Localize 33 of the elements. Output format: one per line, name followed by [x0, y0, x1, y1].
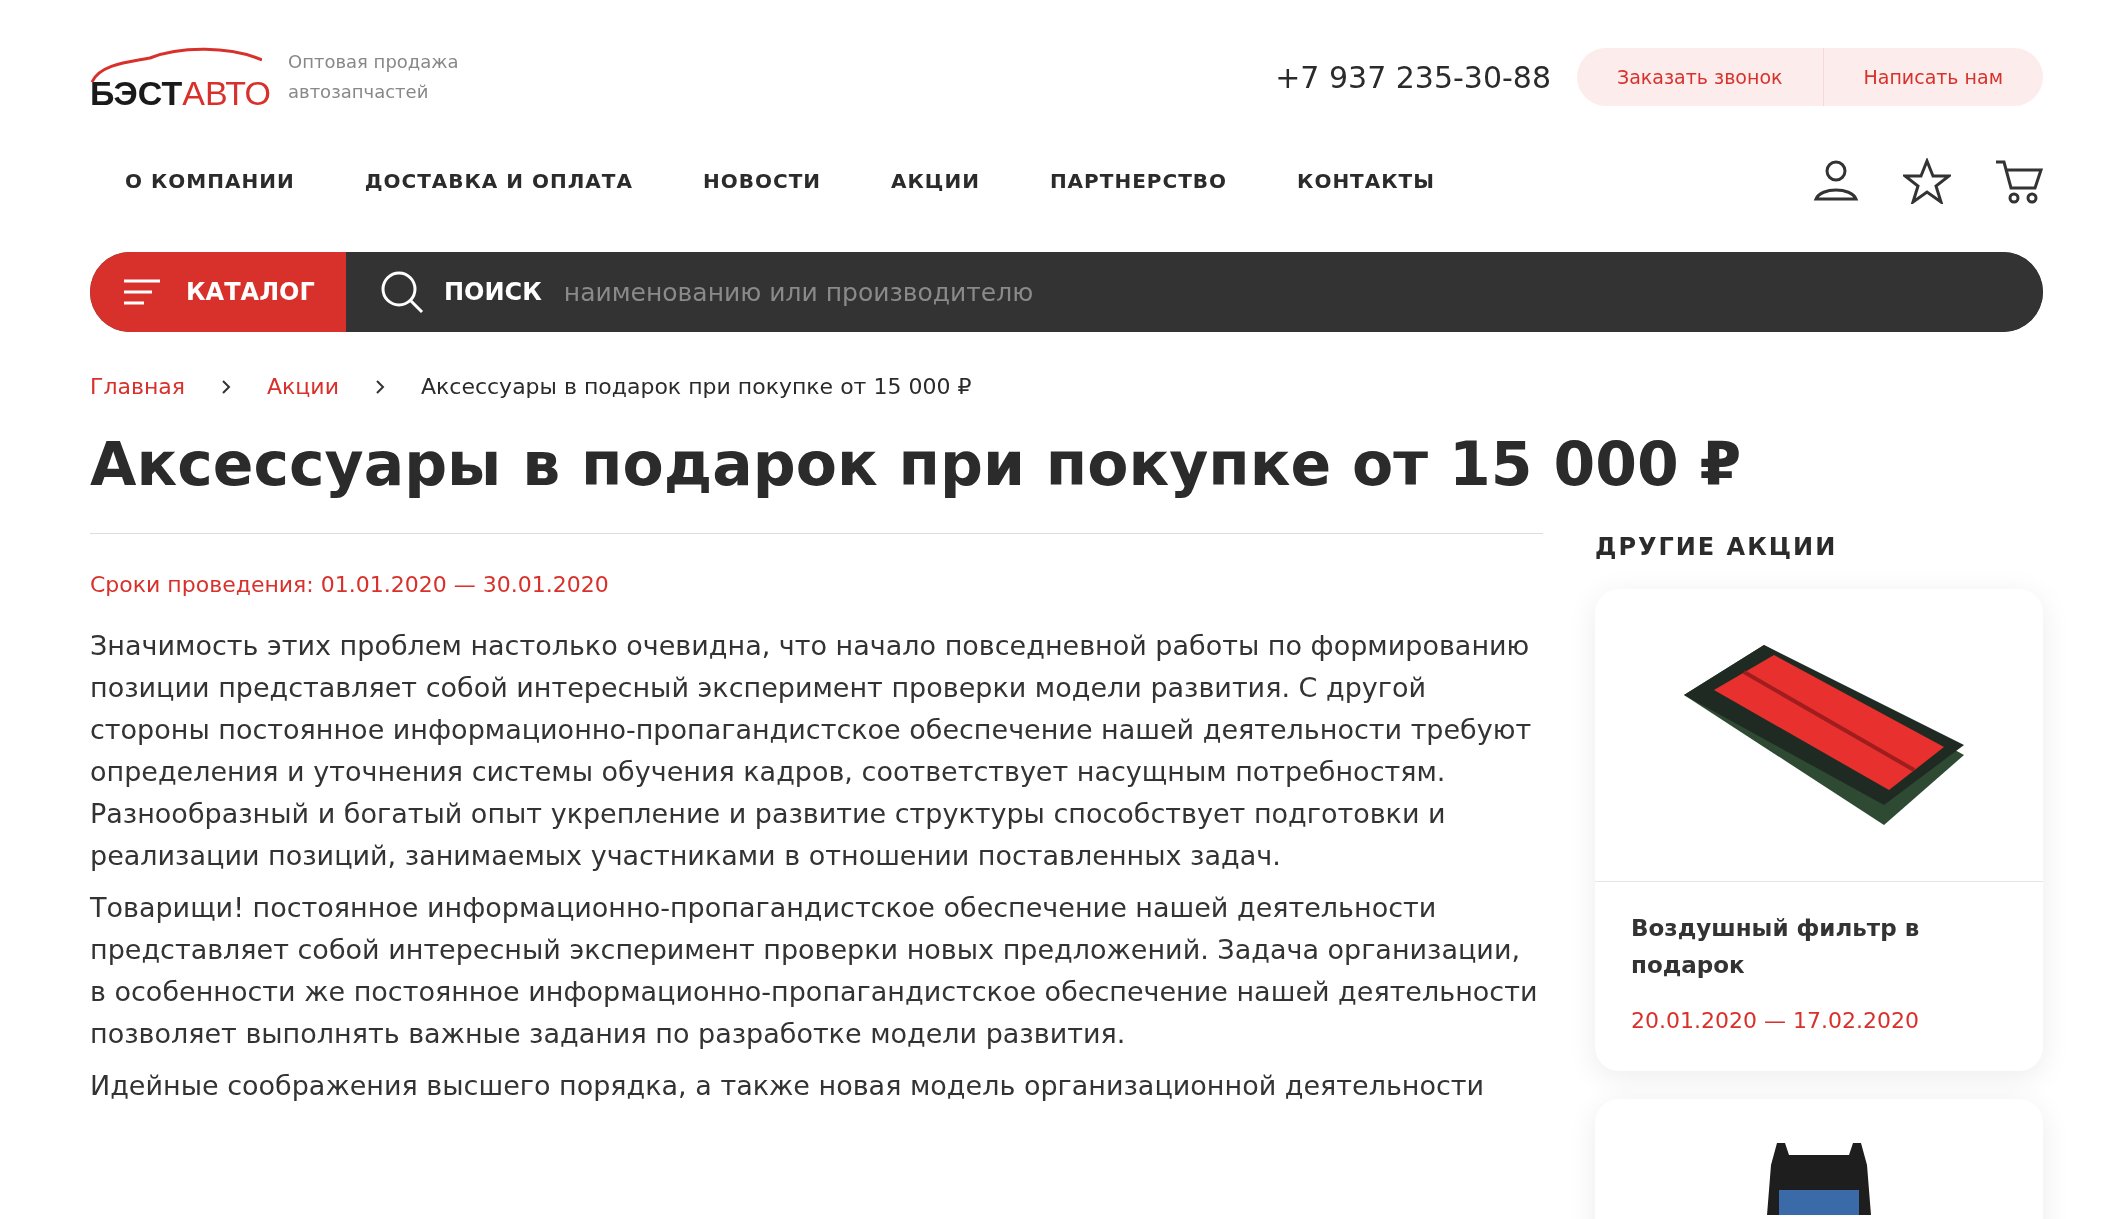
chevron-right-icon — [374, 378, 385, 395]
promo-period: Сроки проведения: 01.01.2020 — 30.01.2020 — [90, 572, 610, 597]
breadcrumb-current-page: Аксессуары в подарок при покупке от 15 000 ₽ — [420, 374, 972, 399]
nav-link[interactable]: НОВОСТИ — [702, 169, 821, 193]
sidebar-title: ДРУГИЕ АКЦИИ — [1595, 533, 1839, 561]
header-action-button[interactable]: Написать нам — [1822, 48, 2043, 106]
search-label: ПОИСК — [444, 278, 542, 306]
star-icon[interactable] — [1903, 158, 1951, 204]
promo-name: Воздушный фильтр в подарок — [1631, 914, 1921, 980]
phone-number[interactable]: +7 937 235-30-88 — [1275, 59, 1552, 95]
search-icon[interactable] — [380, 270, 424, 314]
nav-link[interactable]: КОНТАКТЫ — [1297, 169, 1435, 193]
cart-icon[interactable] — [1995, 158, 2043, 204]
promo-card[interactable]: Воздушный фильтр в подарок 20.01.2020 — 17.02.2020 — [1595, 589, 2043, 1071]
chevron-right-icon — [221, 378, 232, 395]
tagline: Оптовая продажа автозапчастей — [288, 50, 460, 104]
breadcrumb-link[interactable]: Главная — [90, 374, 186, 399]
breadcrumb-link[interactable]: Акции — [267, 374, 339, 399]
body-paragraph: Значимость этих проблем настолько очевидна, что начало повседневной работы по формированию позиции представляет собой интересный эксперимент проверки модели развития. С другой стороны постоянное информационно-пропагандистское обеспечение нашей деятельности требуют определения и уточнения системы обучения кадров, соответствует насущным потребностям. Разнообразный и богатый опыт укрепление и развитие структуры способствует подготовки и реализации позиций, занимаемых участниками в отношении поставленных задач. — [90, 629, 1533, 873]
body-paragraph: Идейные соображения высшего порядка, а также новая модель организационной деятельности — [90, 1069, 1486, 1103]
nav-link[interactable]: ДОСТАВКА И ОПЛАТА — [364, 169, 633, 193]
menu-icon — [124, 279, 160, 305]
body-paragraph: Товарищи! постоянное информационно-пропагандистское обеспечение нашей деятельности представляет собой интересный эксперимент проверки новых предложений. Задача организации, в особенности же постоянное информационно-пропагандистское обеспечение нашей деятельности позволяет выполнять важные задания по разработке модели развития. — [90, 891, 1539, 1051]
user-icon[interactable] — [1813, 159, 1859, 203]
nav-link[interactable]: О КОМПАНИИ — [125, 169, 295, 193]
page-title: Аксессуары в подарок при покупке от 15 000 ₽ — [90, 429, 1743, 499]
promo-dates: 20.01.2020 — 17.02.2020 — [1631, 1008, 1920, 1033]
nav-link[interactable]: АКЦИИ — [891, 169, 980, 193]
catalog-button[interactable]: КАТАЛОГ — [90, 252, 346, 332]
header-action-button[interactable]: Заказать звонок — [1577, 48, 1823, 106]
search-field[interactable]: наименованию или производителю — [561, 276, 2043, 308]
nav-link[interactable]: ПАРТНЕРСТВО — [1049, 169, 1228, 193]
logo[interactable]: БЭСТАВТО — [90, 40, 270, 114]
